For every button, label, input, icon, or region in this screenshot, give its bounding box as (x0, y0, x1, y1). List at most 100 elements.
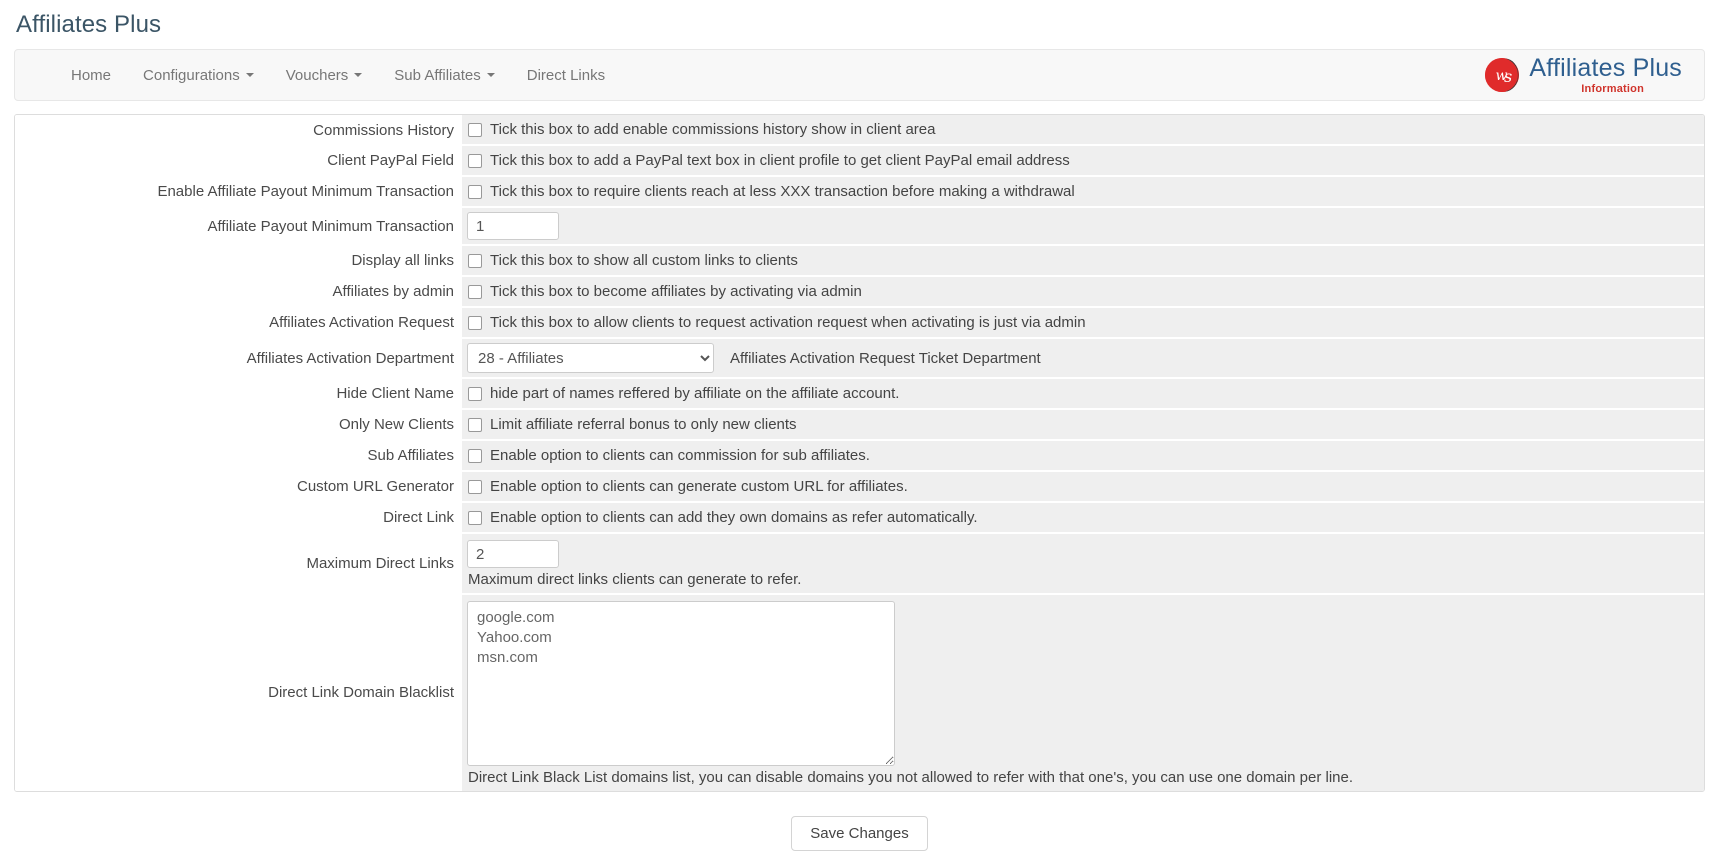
checkbox-description: Enable option to clients can generate cu… (490, 478, 908, 496)
chevron-down-icon (245, 73, 254, 78)
form-row: Affiliates by admin Tick this box to beco… (15, 276, 1704, 309)
svg-text:s: s (1504, 67, 1512, 86)
form-row-label: Client PayPal Field (15, 145, 462, 177)
form-row: Enable Affiliate Payout Minimum Transact… (15, 176, 1704, 209)
checkbox-description: Tick this box to show all custom links t… (490, 252, 798, 270)
nav-item-sub-affiliates[interactable]: Sub Affiliates (378, 50, 510, 100)
checkbox-description: Enable option to clients can commission … (490, 447, 870, 465)
nav-item-vouchers[interactable]: Vouchers (270, 50, 379, 100)
nav-item-home[interactable]: Home (55, 50, 127, 100)
checkbox-description: hide part of names reffered by affiliate… (490, 385, 900, 403)
select-affiliates-activation-department[interactable]: 28 - Affiliates (467, 343, 714, 374)
form-row-field: Enable option to clients can add they ow… (462, 502, 1704, 535)
form-row-label: Commissions History (15, 115, 462, 146)
checkbox-enable-affiliate-payout-minimum-transaction[interactable] (468, 184, 482, 199)
chevron-down-icon (486, 73, 495, 78)
form-row-field: Tick this box to add a PayPal text box i… (462, 145, 1704, 178)
nav-item-label: Direct Links (526, 66, 606, 84)
checkbox-sub-affiliates[interactable] (468, 448, 482, 463)
form-row-label: Custom URL Generator (15, 471, 462, 503)
form-row-label: Affiliates by admin (15, 276, 462, 308)
form-row: Sub Affiliates Enable option to clients c… (15, 440, 1704, 473)
form-row-field (462, 207, 1704, 247)
field-help-text: Maximum direct links clients can generat… (468, 571, 802, 589)
form-row: Affiliate Payout Minimum Transaction (15, 207, 1704, 247)
checkbox-description: Enable option to clients can add they ow… (490, 509, 978, 527)
select-side-note: Affiliates Activation Request Ticket Dep… (730, 349, 1041, 367)
checkbox-client-paypal-field[interactable] (468, 153, 482, 168)
checkbox-description: Tick this box to add a PayPal text box i… (490, 152, 1070, 170)
form-row-field: Tick this box to require clients reach a… (462, 176, 1704, 209)
form-row-field: Tick this box to add enable commissions … (462, 115, 1704, 147)
form-row: Commissions History Tick this box to add … (15, 115, 1704, 147)
form-row-label: Enable Affiliate Payout Minimum Transact… (15, 176, 462, 208)
page-title: Affiliates Plus (16, 11, 162, 38)
form-row-label: Affiliates Activation Request (15, 307, 462, 339)
form-row-label: Display all links (15, 245, 462, 277)
checkbox-affiliates-by-admin[interactable] (468, 284, 482, 299)
checkbox-direct-link[interactable] (468, 510, 482, 525)
form-row-field: Maximum direct links clients can generat… (462, 533, 1704, 596)
checkbox-description: Limit affiliate referral bonus to only n… (490, 416, 797, 434)
settings-panel: Commissions History Tick this box to add … (14, 114, 1705, 793)
checkbox-only-new-clients[interactable] (468, 417, 482, 432)
nav-item-label: Sub Affiliates (394, 66, 481, 84)
form-row-field: Direct Link Black List domains list, you… (462, 594, 1704, 792)
form-row: Only New Clients Limit affiliate referral… (15, 409, 1704, 442)
form-row: Custom URL Generator Enable option to cli… (15, 471, 1704, 504)
brand-text: Affiliates Plus Information (1529, 53, 1682, 95)
form-row-field: Tick this box to show all custom links t… (462, 245, 1704, 278)
checkbox-description: Tick this box to allow clients to reques… (490, 314, 1086, 332)
form-row: Affiliates Activation Department 28 - Aff… (15, 338, 1704, 380)
brand-title: Affiliates Plus (1529, 53, 1682, 82)
form-row-label: Only New Clients (15, 409, 462, 441)
input-affiliate-payout-minimum-transaction[interactable] (467, 212, 559, 241)
save-bar: Save Changes (0, 792, 1719, 851)
form-row-label: Maximum Direct Links (15, 533, 462, 595)
chevron-down-icon (354, 73, 363, 78)
checkbox-description: Tick this box to add enable commissions … (490, 121, 936, 139)
form-row-label: Direct Link Domain Blacklist (15, 594, 462, 792)
settings-form: Commissions History Tick this box to add … (15, 115, 1704, 792)
form-row-label: Hide Client Name (15, 378, 462, 410)
form-row-field: Enable option to clients can generate cu… (462, 471, 1704, 504)
form-row: Direct Link Domain Blacklist Direct Link … (15, 594, 1704, 792)
form-row-label: Direct Link (15, 502, 462, 534)
form-row: Direct Link Enable option to clients can … (15, 502, 1704, 535)
nav-item-label: Vouchers (285, 66, 349, 84)
form-row: Client PayPal Field Tick this box to add … (15, 145, 1704, 178)
settings-form-body: Commissions History Tick this box to add … (15, 115, 1704, 792)
checkbox-description: Tick this box to become affiliates by ac… (490, 283, 862, 301)
form-row-field: Limit affiliate referral bonus to only n… (462, 409, 1704, 442)
checkbox-hide-client-name[interactable] (468, 386, 482, 401)
form-row: Display all links Tick this box to show a… (15, 245, 1704, 278)
brand-subtitle: Information (1581, 82, 1644, 95)
nav-items: Home Configurations Vouchers Sub Affiliates… (15, 50, 621, 100)
form-row: Hide Client Name hide part of names reffe… (15, 378, 1704, 411)
form-row-field: Tick this box to become affiliates by ac… (462, 276, 1704, 309)
form-row-field: hide part of names reffered by affiliate… (462, 378, 1704, 411)
form-row-label: Sub Affiliates (15, 440, 462, 472)
form-row-field: 28 - Affiliates Affiliates Activation Req… (462, 338, 1704, 380)
nav-item-label: Configurations (143, 66, 240, 84)
checkbox-commissions-history[interactable] (468, 122, 482, 137)
nav-item-configurations[interactable]: Configurations (127, 50, 270, 100)
form-row-field: Enable option to clients can commission … (462, 440, 1704, 473)
checkbox-description: Tick this box to require clients reach a… (490, 183, 1075, 201)
textarea-direct-link-domain-blacklist[interactable] (467, 601, 895, 767)
form-row-label: Affiliate Payout Minimum Transaction (15, 207, 462, 246)
form-row-field: Tick this box to allow clients to reques… (462, 307, 1704, 340)
nav-item-direct-links[interactable]: Direct Links (511, 50, 621, 100)
nav-item-label: Home (71, 66, 112, 84)
checkbox-display-all-links[interactable] (468, 253, 482, 268)
checkbox-custom-url-generator[interactable] (468, 479, 482, 494)
main-navbar: Home Configurations Vouchers Sub Affiliates… (14, 49, 1705, 102)
checkbox-affiliates-activation-request[interactable] (468, 315, 482, 330)
form-row: Maximum Direct Links Maximum direct links… (15, 533, 1704, 596)
form-row-label: Affiliates Activation Department (15, 338, 462, 379)
field-help-text: Direct Link Black List domains list, you… (468, 769, 1354, 787)
input-maximum-direct-links[interactable] (467, 540, 559, 569)
brand-logo[interactable]: w s Affiliates Plus Information (1483, 53, 1704, 95)
affiliates-plus-emblem-icon: w s (1483, 56, 1521, 94)
save-changes-button[interactable]: Save Changes (791, 816, 928, 851)
